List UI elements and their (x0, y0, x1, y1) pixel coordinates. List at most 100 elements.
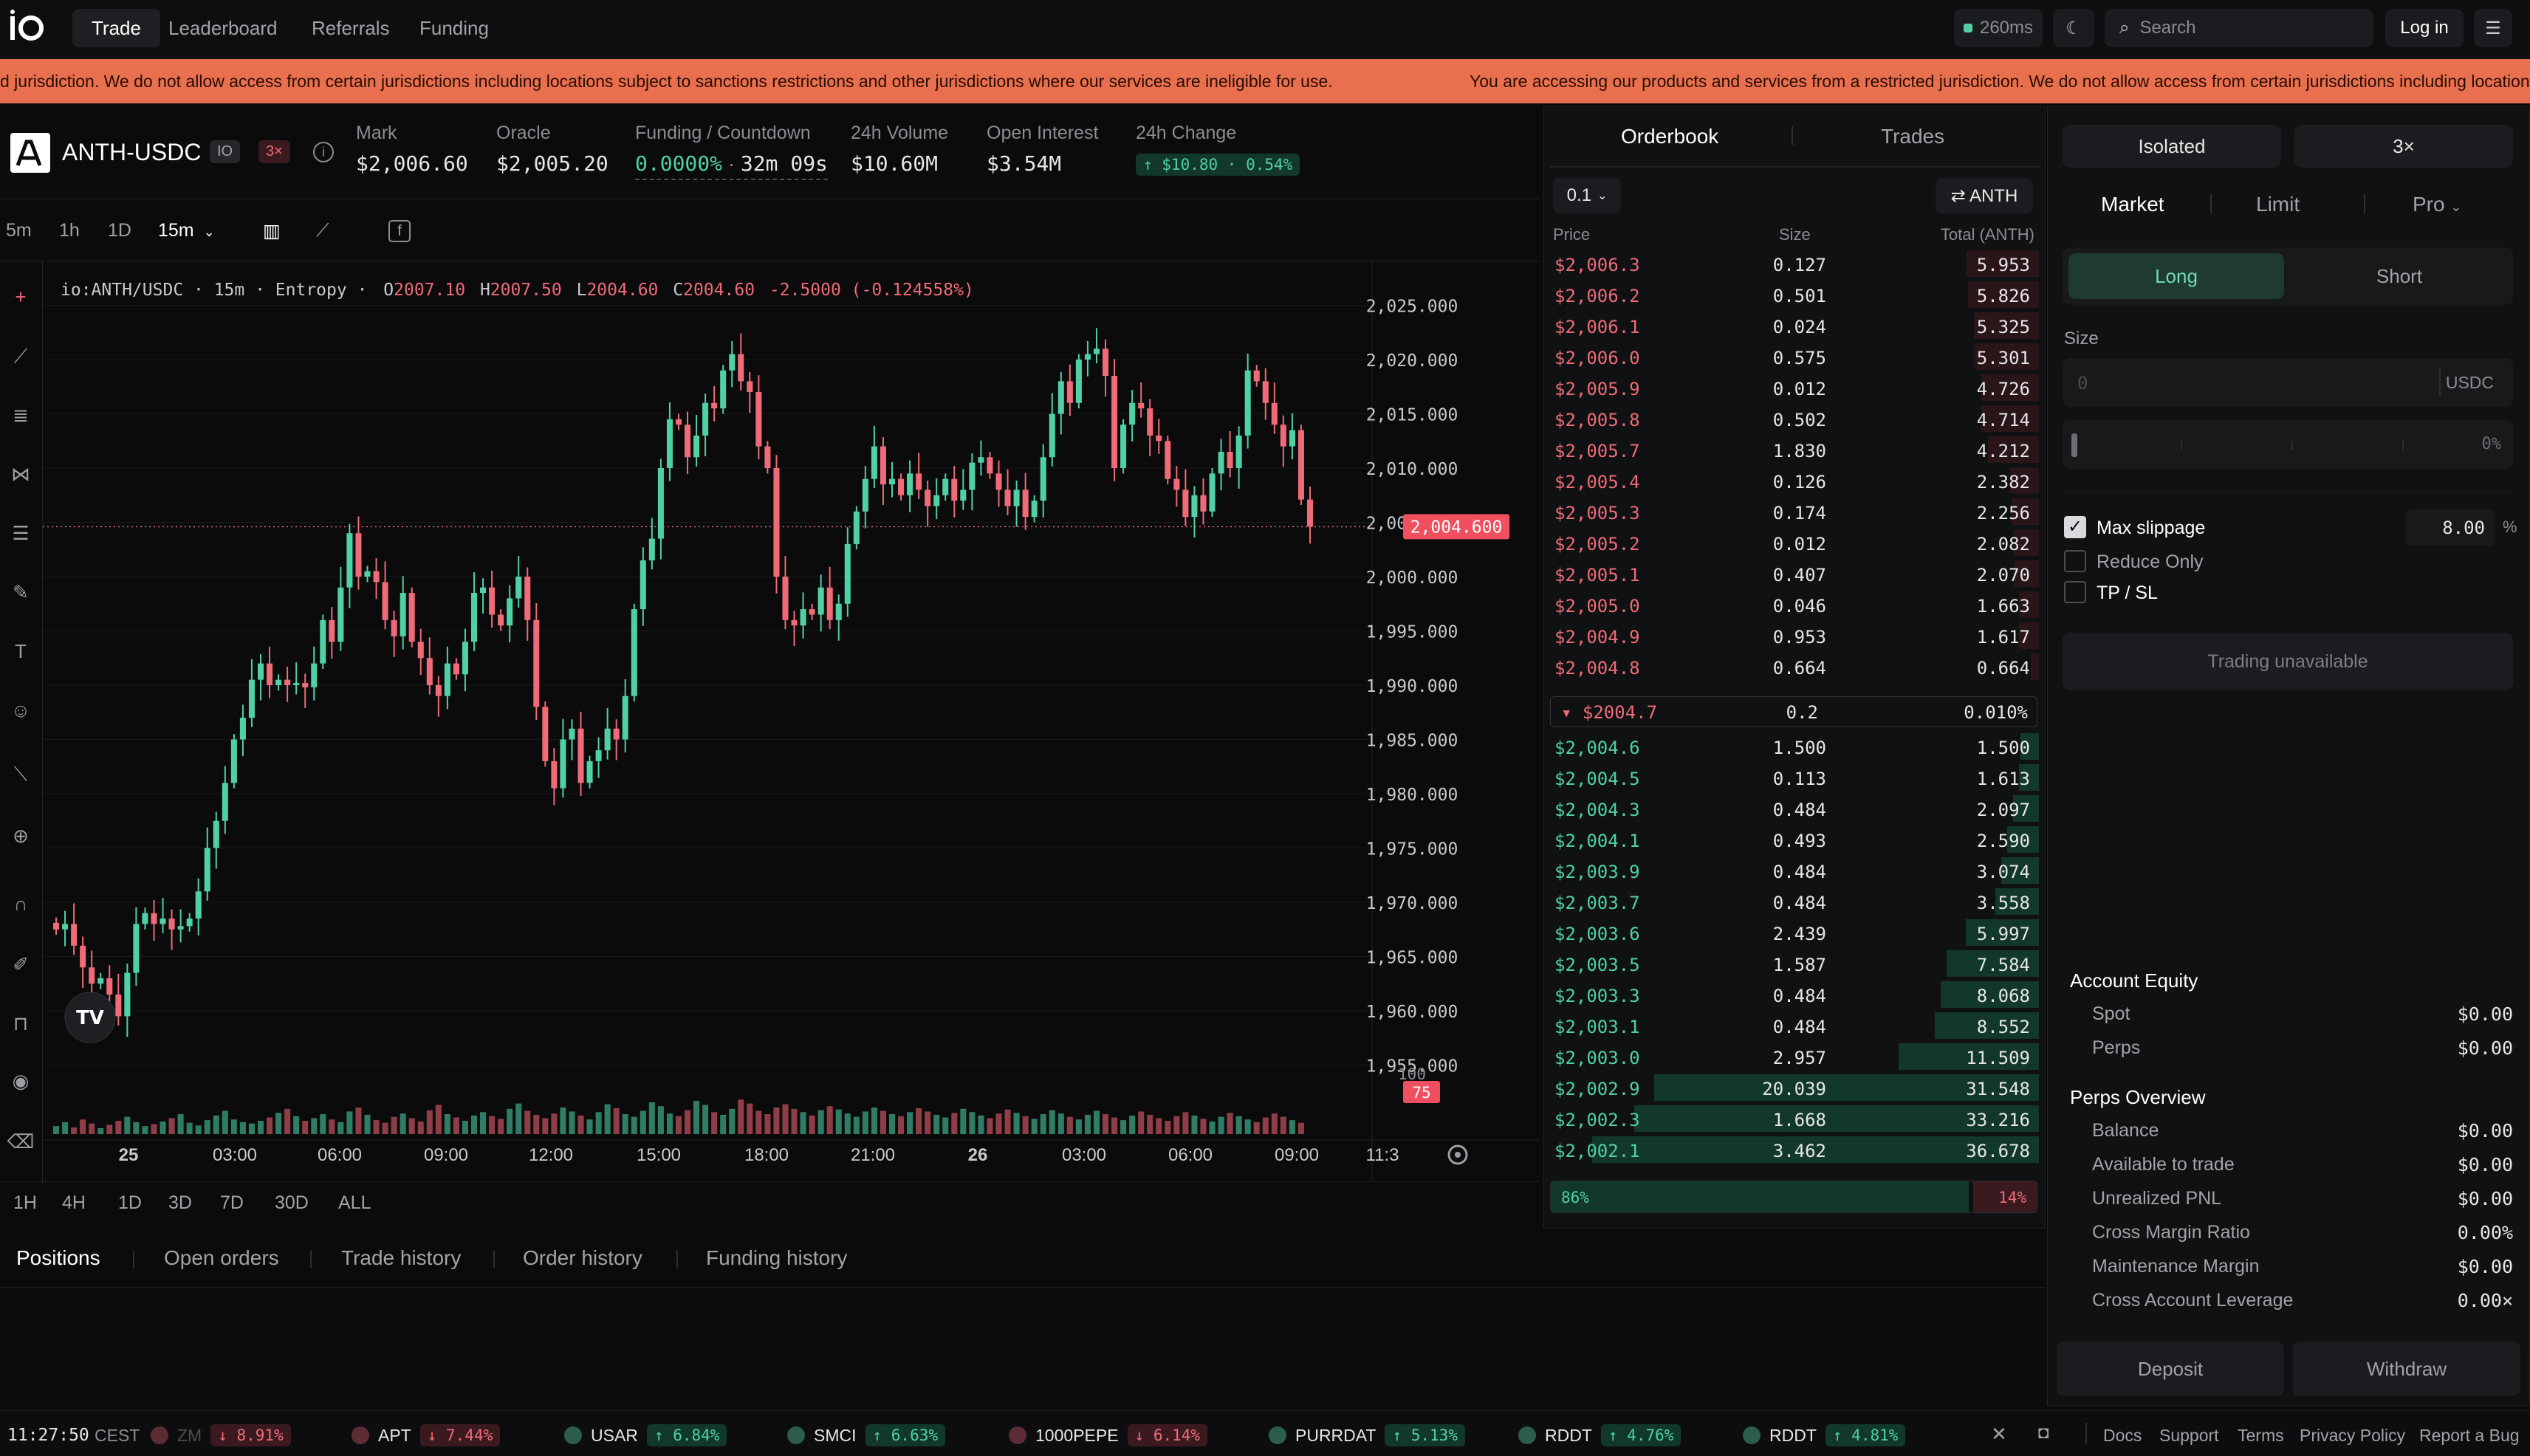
interval-1d[interactable]: 1D (108, 220, 131, 241)
tab-orderbook[interactable]: Orderbook (1621, 125, 1718, 148)
asset-toggle-button[interactable]: ⇄ ANTH (1936, 178, 2033, 213)
tpsl-checkbox[interactable] (2064, 581, 2086, 603)
ticker-item[interactable]: SMCI ↑ 6.63% (787, 1424, 946, 1446)
text-icon[interactable]: T (6, 636, 35, 666)
interval-selector[interactable]: 15m ⌄ (158, 220, 215, 241)
ask-row[interactable]: $2,005.8 0.502 4.714 (1544, 404, 2039, 433)
withdraw-button[interactable]: Withdraw (2293, 1342, 2520, 1396)
trash-icon[interactable]: ⌫ (6, 1127, 35, 1156)
tab-trades[interactable]: Trades (1881, 125, 1944, 148)
tab-funding-history[interactable]: Funding history (706, 1246, 847, 1270)
ask-row[interactable]: $2,005.0 0.046 1.663 (1544, 590, 2039, 619)
emoji-icon[interactable]: ☺ (6, 696, 35, 725)
login-button[interactable]: Log in (2385, 9, 2464, 47)
bid-row[interactable]: $2,003.7 0.484 3.558 (1544, 887, 2039, 916)
ask-row[interactable]: $2,006.1 0.024 5.325 (1544, 311, 2039, 340)
short-button[interactable]: Short (2291, 253, 2507, 299)
tab-positions[interactable]: Positions (16, 1246, 100, 1270)
footer-link-report-bug[interactable]: Report a Bug (2419, 1426, 2520, 1446)
bid-row[interactable]: $2,004.3 0.484 2.097 (1544, 794, 2039, 823)
nav-tab-leaderboard[interactable]: Leaderboard (149, 9, 296, 47)
order-type-pro[interactable]: Pro ⌄ (2413, 193, 2461, 216)
ask-row[interactable]: $2,005.7 1.830 4.212 (1544, 435, 2039, 464)
order-type-limit[interactable]: Limit (2256, 193, 2300, 216)
bid-row[interactable]: $2,003.3 0.484 8.068 (1544, 980, 2039, 1009)
order-type-market[interactable]: Market (2101, 193, 2164, 216)
candles-icon[interactable]: ▥ (263, 220, 281, 242)
search-input[interactable]: ⌕ Search (2105, 9, 2373, 47)
ticker-item[interactable]: APT ↓ 7.44% (352, 1424, 501, 1446)
range-7d[interactable]: 7D (220, 1192, 244, 1214)
margin-mode-button[interactable]: Isolated (2063, 125, 2281, 168)
ask-row[interactable]: $2,006.0 0.575 5.301 (1544, 342, 2039, 371)
ask-row[interactable]: $2,005.4 0.126 2.382 (1544, 466, 2039, 495)
size-slider[interactable]: 0% (2063, 420, 2513, 469)
eye-icon[interactable]: ◉ (6, 1066, 35, 1096)
menu-button[interactable]: ☰ (2474, 9, 2512, 47)
ask-row[interactable]: $2,006.2 0.501 5.826 (1544, 280, 2039, 309)
slippage-input[interactable]: 8.00 (2405, 509, 2495, 546)
bid-row[interactable]: $2,003.6 2.439 5.997 (1544, 918, 2039, 947)
ask-row[interactable]: $2,004.9 0.953 1.617 (1544, 621, 2039, 650)
bid-row[interactable]: $2,003.9 0.484 3.074 (1544, 856, 2039, 885)
range-all[interactable]: ALL (338, 1192, 371, 1214)
ask-row[interactable]: $2,004.8 0.664 0.664 (1544, 652, 2039, 681)
price-chart[interactable]: 2,025.000 2,020.000 2,015.000 2,010.000 2,00… (43, 261, 1539, 1181)
nav-tab-trade[interactable]: Trade (72, 9, 160, 47)
slider-handle[interactable] (2071, 433, 2077, 457)
brush-icon[interactable]: ✎ (6, 577, 35, 607)
footer-link-privacy[interactable]: Privacy Policy (2300, 1426, 2405, 1446)
indicators-icon[interactable]: ⟋ (316, 220, 329, 241)
bid-row[interactable]: $2,003.5 1.587 7.584 (1544, 949, 2039, 978)
ticker-item[interactable]: RDDT ↑ 4.76% (1518, 1424, 1681, 1446)
ask-row[interactable]: $2,005.3 0.174 2.256 (1544, 497, 2039, 526)
interval-5m[interactable]: 5m (6, 220, 32, 241)
bid-row[interactable]: $2,003.0 2.957 11.509 (1544, 1042, 2039, 1071)
long-button[interactable]: Long (2068, 253, 2284, 299)
nav-tab-referrals[interactable]: Referrals (292, 9, 408, 47)
leverage-button[interactable]: 3× (2294, 125, 2513, 168)
pair-name[interactable]: ANTH-USDC (62, 139, 201, 166)
range-3d[interactable]: 3D (168, 1192, 192, 1214)
deposit-button[interactable]: Deposit (2057, 1342, 2284, 1396)
ticker-item[interactable]: 1000PEPE ↓ 6.14% (1009, 1424, 1208, 1446)
nav-tab-funding[interactable]: Funding (400, 9, 508, 47)
trendline-icon[interactable]: ⟋ (6, 341, 35, 371)
info-icon[interactable]: i (313, 142, 334, 162)
ticker-item[interactable]: RDDT ↑ 4.81% (1743, 1424, 1906, 1446)
footer-link-docs[interactable]: Docs (2103, 1426, 2142, 1446)
range-4h[interactable]: 4H (62, 1192, 86, 1214)
range-1d[interactable]: 1D (118, 1192, 142, 1214)
bid-row[interactable]: $2,003.1 0.484 8.552 (1544, 1011, 2039, 1040)
pattern-icon[interactable]: ⋈ (6, 459, 35, 489)
projection-icon[interactable]: ☰ (6, 518, 35, 548)
ticker-item[interactable]: PURRDAT ↑ 5.13% (1269, 1424, 1465, 1446)
ticker-item[interactable]: ZM ↓ 8.91% (151, 1424, 291, 1446)
bid-row[interactable]: $2,002.3 1.668 33.216 (1544, 1104, 2039, 1133)
ticker-item[interactable]: USAR ↑ 6.84% (564, 1424, 727, 1446)
max-slippage-checkbox[interactable]: ✓ (2064, 516, 2086, 538)
tab-trade-history[interactable]: Trade history (341, 1246, 461, 1270)
tab-open-orders[interactable]: Open orders (164, 1246, 279, 1270)
function-icon[interactable]: f (388, 220, 411, 242)
bid-row[interactable]: $2,004.1 0.493 2.590 (1544, 825, 2039, 854)
fib-icon[interactable]: ≣ (6, 400, 35, 430)
interval-1h[interactable]: 1h (59, 220, 80, 241)
zoom-icon[interactable]: ⊕ (6, 821, 35, 851)
discord-icon[interactable]: ◘ (2038, 1423, 2049, 1443)
bid-row[interactable]: $2,004.5 0.113 1.613 (1544, 763, 2039, 792)
settings-gear-icon[interactable] (1447, 1144, 1468, 1165)
footer-link-terms[interactable]: Terms (2238, 1426, 2284, 1446)
theme-toggle-button[interactable]: ☾ (2053, 9, 2094, 47)
lock-icon[interactable]: ⊓ (6, 1009, 35, 1038)
submit-order-button[interactable]: Trading unavailable (2063, 633, 2513, 690)
ask-row[interactable]: $2,005.2 0.012 2.082 (1544, 528, 2039, 557)
range-1h[interactable]: 1H (13, 1192, 37, 1214)
app-logo[interactable] (6, 9, 47, 47)
tradingview-logo[interactable]: TV (64, 992, 116, 1043)
lock-drawing-icon[interactable]: ✐ (6, 950, 35, 979)
ask-row[interactable]: $2,006.3 0.127 5.953 (1544, 249, 2039, 278)
size-input[interactable]: 0 USDC (2063, 358, 2513, 407)
bid-row[interactable]: $2,002.1 3.462 36.678 (1544, 1135, 2039, 1164)
x-twitter-icon[interactable]: ✕ (1991, 1423, 2007, 1446)
